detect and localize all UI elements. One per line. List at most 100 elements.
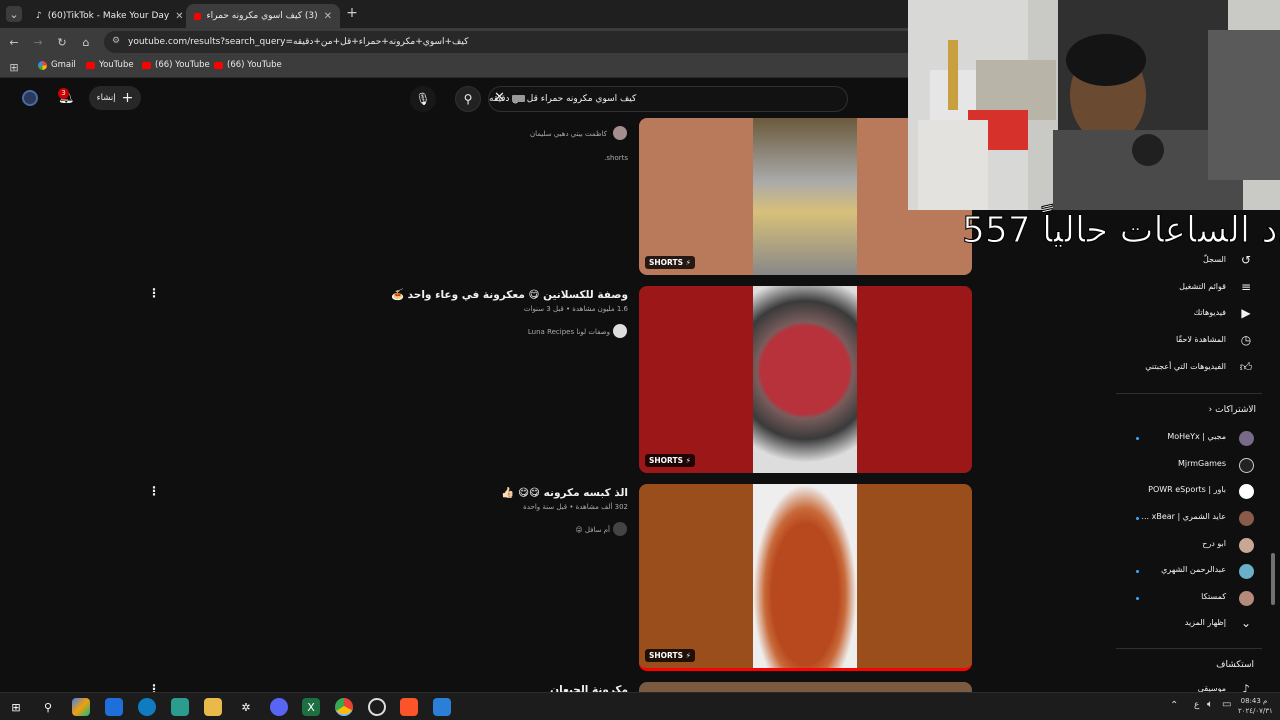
- notification-count-badge: 3: [58, 88, 69, 99]
- sidebar-item-liked-videos[interactable]: الفيديوهات التي أعجبتني 👍︎: [1116, 356, 1262, 382]
- youtube-icon: [86, 61, 95, 69]
- tiktok-icon: ♪: [36, 11, 42, 21]
- copilot-icon[interactable]: [72, 698, 90, 716]
- apps-grid-icon[interactable]: ⊞: [6, 59, 22, 75]
- search-icon: ⚲: [463, 92, 473, 106]
- bookmark-youtube-2[interactable]: (66) YouTube: [142, 60, 210, 70]
- network-icon[interactable]: ▭: [1222, 699, 1231, 710]
- chevron-left-icon: ‹: [1208, 405, 1213, 415]
- chrome-icon[interactable]: [335, 698, 353, 716]
- search-icon[interactable]: ⚲: [39, 698, 57, 716]
- youtube-icon: [194, 12, 202, 20]
- result-thumbnail[interactable]: SHORTS ⚡: [639, 484, 972, 671]
- avatar: [1239, 564, 1254, 579]
- shorts-badge: SHORTS ⚡: [645, 454, 695, 467]
- google-icon: [38, 60, 47, 70]
- close-tab-icon[interactable]: ✕: [324, 11, 332, 22]
- video-title[interactable]: وصفة للكسلانين 😋 معكرونة في وعاء واحد 🍝: [391, 288, 628, 301]
- tab-youtube-search[interactable]: (3) كيف اسوي مكرونه حمراء قل... ✕: [186, 4, 340, 28]
- video-frame: [753, 286, 857, 473]
- sidebar-subscription[interactable]: ابو درح: [1116, 533, 1262, 559]
- tray-chevron-up-icon[interactable]: ⌃: [1170, 700, 1178, 711]
- result-thumbnail[interactable]: [639, 682, 972, 692]
- avatar: [1239, 538, 1254, 553]
- sidebar-subscription[interactable]: باور | POWR eSports: [1116, 479, 1262, 505]
- sidebar-subscription[interactable]: عايد الشمري | xBear ...: [1116, 506, 1262, 532]
- channel-name[interactable]: كاظمت بيتي دهبي سليمان: [530, 130, 607, 138]
- sidebar-item-your-videos[interactable]: فيديوهاتك ▶: [1116, 302, 1262, 328]
- subscriptions-header[interactable]: الاشتراكات ‹: [1196, 405, 1256, 415]
- discord-icon[interactable]: [270, 698, 288, 716]
- brave-icon[interactable]: [400, 698, 418, 716]
- site-info-icon[interactable]: ⚙: [112, 36, 120, 46]
- volume-icon[interactable]: 🔈︎: [1207, 699, 1213, 710]
- tab-tiktok[interactable]: ♪ (60)TikTok - Make Your Day ✕: [28, 4, 182, 28]
- result-thumbnail[interactable]: SHORTS ⚡: [639, 286, 972, 473]
- sidebar-subscription[interactable]: مجبي | MoHeYx: [1116, 426, 1262, 452]
- sidebar-subscription[interactable]: كمستكا: [1116, 586, 1262, 612]
- windows-taskbar: ⊞ ⚲ ✲ X ⌃ ع 🔈︎ ▭ 08:43 م ٢٠٢٤/٠٧/٣١: [0, 692, 1280, 720]
- youtube-icon: [142, 61, 151, 69]
- shorts-badge: SHORTS ⚡: [645, 649, 695, 662]
- more-options-icon[interactable]: ⋮: [148, 286, 160, 300]
- sidebar-subscription[interactable]: عبدالرحمن الشهري: [1116, 559, 1262, 585]
- voice-search-icon[interactable]: 🎙︎: [410, 86, 436, 112]
- chatgpt-icon[interactable]: ✲: [237, 698, 255, 716]
- avatar: [1239, 591, 1254, 606]
- bookmark-youtube-3[interactable]: (66) YouTube: [214, 60, 282, 70]
- widget-icon[interactable]: [105, 698, 123, 716]
- plus-icon: +: [121, 90, 134, 106]
- channel-avatar[interactable]: [613, 126, 627, 140]
- channel-avatar[interactable]: [613, 324, 627, 338]
- channel-name[interactable]: وصفات لونا Luna Recipes: [528, 328, 610, 336]
- video-title[interactable]: الذ كبسه مكرونه 😋😋 👍🏻: [501, 486, 628, 499]
- back-icon[interactable]: ←: [6, 34, 22, 50]
- channel-avatar[interactable]: [613, 522, 627, 536]
- hours-counter-overlay: عدد الساعات حالياً 557: [962, 210, 1280, 252]
- close-tab-icon[interactable]: ✕: [175, 11, 182, 22]
- reload-icon[interactable]: ↻: [54, 34, 70, 50]
- show-more-button[interactable]: إظهار المزيد ⌄: [1116, 612, 1262, 638]
- bookmark-youtube[interactable]: YouTube: [86, 60, 134, 70]
- chevron-down-icon: ⌄: [1240, 616, 1252, 630]
- sidebar-item-playlists[interactable]: قوائم التشغيل ≡: [1116, 276, 1262, 302]
- edge-icon[interactable]: [138, 698, 156, 716]
- channel-name[interactable]: أم سافل 😜: [575, 526, 610, 534]
- sidebar-subscription[interactable]: MjrmGames: [1116, 453, 1262, 479]
- description-snippet: shorts.: [604, 154, 628, 162]
- create-button[interactable]: إنشاء +: [89, 86, 141, 110]
- store-icon[interactable]: [171, 698, 189, 716]
- forward-icon[interactable]: →: [30, 34, 46, 50]
- bookmark-gmail[interactable]: Gmail: [38, 60, 76, 70]
- sidebar-item-watch-later[interactable]: المشاهدة لاحقًا ◷: [1116, 329, 1262, 355]
- home-icon[interactable]: ⌂: [78, 34, 94, 50]
- youtube-icon: [214, 61, 223, 69]
- search-button[interactable]: ⚲: [455, 86, 481, 112]
- video-icon: ▶: [1241, 306, 1251, 320]
- explore-header: استكشاف: [1216, 660, 1254, 670]
- avatar[interactable]: [22, 90, 38, 106]
- windows-start-icon[interactable]: ⊞: [7, 698, 25, 716]
- sidebar-item-music[interactable]: موسيقى ♪: [1116, 678, 1262, 692]
- obs-icon[interactable]: [368, 698, 386, 716]
- clear-search-icon[interactable]: ✕: [494, 90, 505, 105]
- divider: [1116, 393, 1262, 394]
- excel-icon[interactable]: X: [302, 698, 320, 716]
- keyboard-icon[interactable]: [512, 95, 525, 102]
- more-options-icon[interactable]: ⋮: [148, 484, 160, 498]
- new-content-dot: [1136, 597, 1139, 600]
- video-meta: 1.6 مليون مشاهدة • قبل 3 سنوات: [523, 305, 628, 313]
- divider: [1116, 648, 1262, 649]
- shorts-badge: SHORTS ⚡: [645, 256, 695, 269]
- clock[interactable]: 08:43 م ٢٠٢٤/٠٧/٣١: [1238, 696, 1273, 716]
- tab-search-icon[interactable]: ⌄: [6, 6, 22, 22]
- search-input[interactable]: كيف اسوي مكرونه حمراء قل من دقيقه: [488, 86, 848, 112]
- sidebar-scrollbar[interactable]: [1271, 553, 1275, 605]
- file-explorer-icon[interactable]: [204, 698, 222, 716]
- language-indicator[interactable]: ع: [1194, 700, 1199, 710]
- avatar: [1239, 458, 1254, 473]
- rocket-league-icon[interactable]: [433, 698, 451, 716]
- video-frame: [753, 118, 857, 275]
- history-icon: ↺: [1240, 253, 1252, 267]
- new-tab-icon[interactable]: +: [344, 5, 360, 21]
